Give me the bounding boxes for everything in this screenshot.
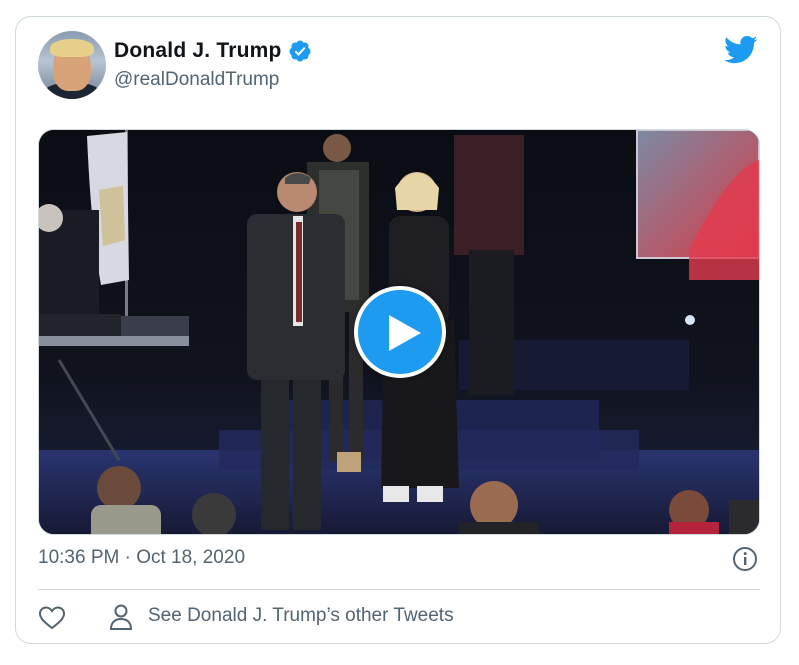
heart-icon[interactable] <box>38 605 66 631</box>
person-icon[interactable] <box>108 603 134 631</box>
divider <box>38 589 760 590</box>
avatar[interactable] <box>38 31 106 99</box>
video-player[interactable] <box>38 129 760 535</box>
avatar-hair <box>50 39 94 57</box>
info-icon[interactable] <box>732 546 758 572</box>
verified-badge-icon <box>289 40 311 62</box>
tweet-card[interactable]: Donald J. Trump @realDonaldTrump 10:36 P… <box>15 16 781 644</box>
twitter-bird-icon[interactable] <box>724 35 758 65</box>
author-handle[interactable]: @realDonaldTrump <box>114 69 279 91</box>
other-tweets-link[interactable]: See Donald J. Trump’s other Tweets <box>148 605 454 627</box>
author-name[interactable]: Donald J. Trump <box>114 39 282 63</box>
play-icon <box>389 315 421 351</box>
play-button[interactable] <box>354 286 446 378</box>
author-name-row[interactable]: Donald J. Trump <box>114 39 312 63</box>
tweet-timestamp[interactable]: 10:36 PM · Oct 18, 2020 <box>38 547 245 569</box>
